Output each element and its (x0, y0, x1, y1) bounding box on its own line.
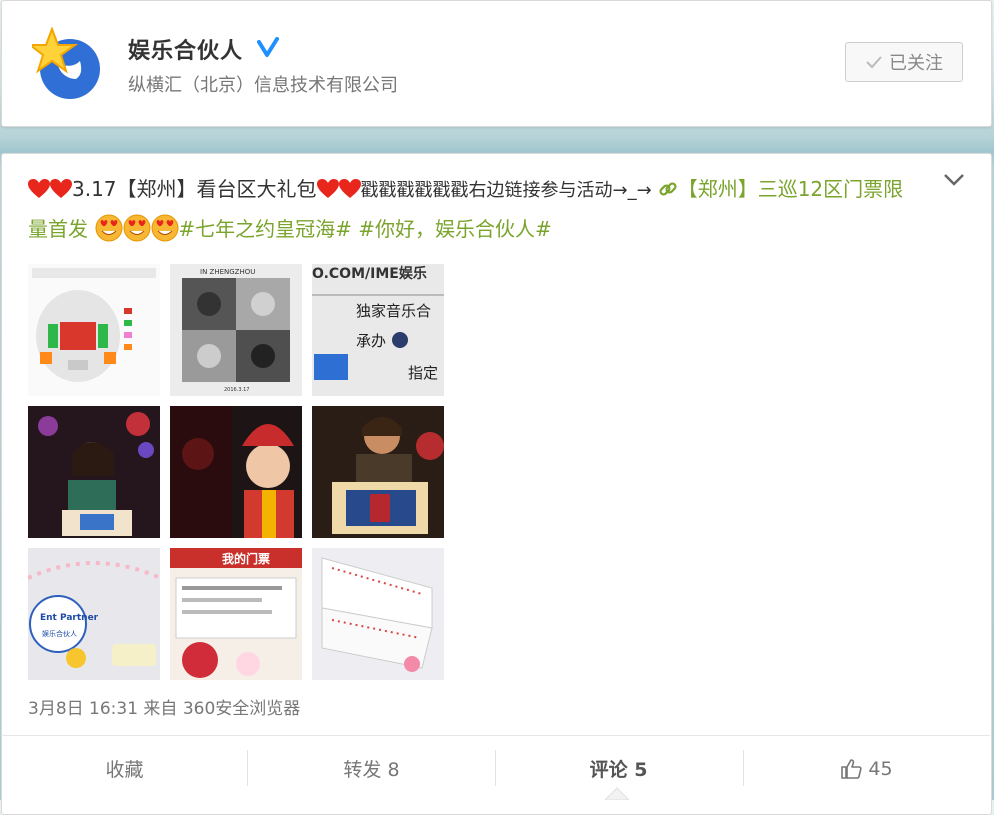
profile-card: 娱乐合伙人 纵横汇（北京）信息技术有限公司 已关注 (1, 0, 992, 127)
action-bar: 收藏 转发 8 评论 5 45 (1, 735, 990, 801)
follow-button[interactable]: 已关注 (845, 42, 963, 82)
link-icon (659, 182, 677, 196)
caret-up-icon (605, 787, 629, 800)
banner-line-1: O.COM/IME娱乐 (312, 265, 427, 282)
photo-child[interactable] (170, 406, 302, 538)
photo-girl-cake[interactable] (28, 406, 160, 538)
love-eyes-emoji-icon (95, 214, 123, 242)
ent-partner-sub-text: 娱乐合伙人 (42, 629, 77, 638)
ticket-title: 我的门票 (222, 551, 270, 566)
photo-banner[interactable]: O.COM/IME娱乐 独家音乐合 承办 指定 (312, 264, 444, 396)
banner-line-2: 独家音乐合 (356, 302, 431, 320)
chevron-down-icon[interactable] (942, 172, 966, 188)
photo-ticket[interactable]: 我的门票 (170, 548, 302, 680)
repost-button[interactable]: 转发 8 (248, 736, 495, 801)
poster-caption: IN ZHENGZHOU (200, 268, 255, 276)
heart-emoji-icon (316, 179, 339, 198)
post-meta: 3月8日 16:31 来自 360安全浏览器 (28, 699, 301, 719)
post-text-part-1: 3.17【郑州】看台区大礼包 (72, 177, 317, 201)
verified-icon (257, 37, 279, 57)
like-count: 45 (868, 757, 893, 780)
heart-emoji-icon (50, 179, 72, 198)
post-text-part-2: 戳戳戳戳戳戳右边链接参与活动→_→ (360, 180, 652, 201)
photo-cake-man[interactable] (312, 406, 444, 538)
topic-link[interactable]: #七年之约皇冠海# (178, 217, 352, 241)
photo-poster[interactable]: IN ZHENGZHOU 2016.3.17 (170, 264, 302, 396)
banner-line-4: 指定 (408, 364, 438, 382)
heart-emoji-icon (338, 179, 361, 198)
like-button[interactable]: 45 (743, 736, 990, 801)
profile-company: 纵横汇（北京）信息技术有限公司 (128, 75, 398, 96)
ent-partner-logo-text: Ent Partner (40, 613, 99, 623)
photo-ent-partner[interactable]: Ent Partner 娱乐合伙人 (28, 548, 160, 680)
banner-line-3: 承办 (356, 332, 386, 350)
follow-label: 已关注 (889, 53, 943, 74)
love-eyes-emoji-icon (123, 214, 151, 242)
check-icon (866, 56, 882, 69)
photo-ticket-fan[interactable] (312, 548, 444, 680)
poster-date: 2016.3.17 (224, 387, 249, 393)
heart-emoji-icon (28, 179, 50, 198)
photo-seat-map[interactable] (28, 264, 160, 396)
profile-name[interactable]: 娱乐合伙人 (128, 33, 243, 65)
favorite-button[interactable]: 收藏 (1, 736, 248, 801)
post-text: 3.17【郑州】看台区大礼包 戳戳戳戳戳戳右边链接参与活动→_→ 【郑州】三巡12区… (28, 170, 918, 248)
avatar[interactable] (32, 27, 102, 101)
repost-label: 转发 8 (343, 759, 400, 781)
comment-label: 评论 5 (589, 759, 648, 781)
topic-link[interactable]: #你好，娱乐合伙人# (358, 217, 552, 241)
thumbs-up-icon (841, 758, 862, 779)
favorite-label: 收藏 (105, 759, 144, 781)
love-eyes-emoji-icon (151, 214, 179, 242)
